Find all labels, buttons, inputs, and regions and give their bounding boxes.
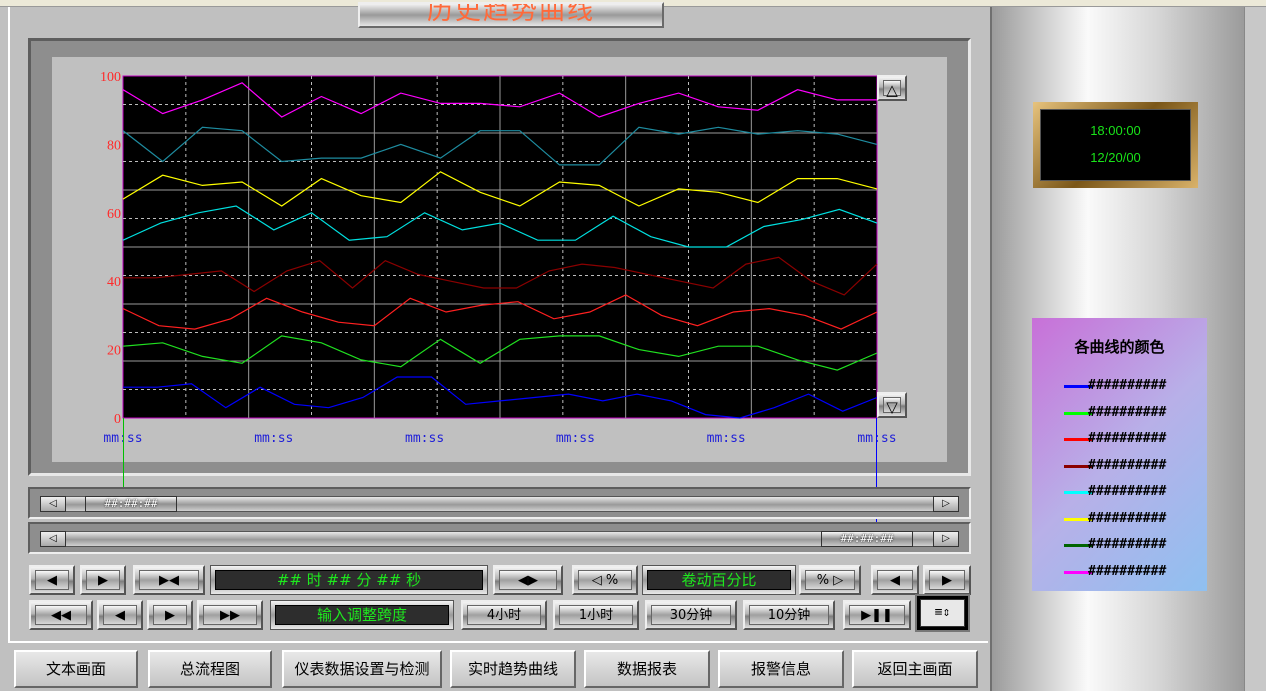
legend-item: ########## [1064, 563, 1204, 580]
bottom-time-scrollbar[interactable]: ◁ ##:##:## ▷ [28, 522, 971, 554]
scroll-up-button[interactable]: △ [877, 75, 907, 101]
cursor-right-button[interactable]: ▶ [923, 565, 971, 595]
x-tick-label: mm:ss [707, 431, 746, 446]
scroll-pct-left-button[interactable]: ◁ % [572, 565, 638, 595]
y-tick-label: 100 [100, 70, 121, 85]
title-plate: 历史趋势曲线 [358, 2, 664, 28]
page-back-button[interactable]: ◀ [97, 600, 143, 630]
top-time-scrollbar[interactable]: ◁ ##:##:## ▷ [28, 487, 971, 519]
legend-item-label: ########## [1088, 484, 1167, 499]
span-30m-button[interactable]: 30分钟 [645, 600, 737, 630]
legend-item: ########## [1064, 457, 1204, 474]
nav-text-screen[interactable]: 文本画面 [14, 650, 138, 688]
span-input-display[interactable]: 输入调整跨度 [270, 600, 454, 630]
legend-item-label: ########## [1088, 378, 1167, 393]
play-pause-button[interactable]: ▶❚❚ [843, 600, 911, 630]
step-back-button[interactable]: ◀ [29, 565, 75, 595]
nav-realtime-trend[interactable]: 实时趋势曲线 [450, 650, 576, 688]
x-tick-label: mm:ss [405, 431, 444, 446]
span-1h-button[interactable]: 1小时 [553, 600, 639, 630]
legend-item-label: ########## [1088, 563, 1167, 579]
legend-item-label: ########## [1088, 537, 1167, 552]
bottom-scroll-thumb[interactable]: ##:##:## [821, 531, 913, 547]
y-tick-label: 80 [107, 138, 121, 153]
page-forward-button[interactable]: ▶ [147, 600, 193, 630]
clock-time: 18:00:00 [1090, 123, 1141, 138]
clock-date: 12/20/00 [1090, 150, 1141, 165]
step-forward-button[interactable]: ▶ [80, 565, 126, 595]
right-edge-strip [1244, 7, 1266, 691]
zoom-compress-button[interactable]: ▶◀ [133, 565, 205, 595]
span-10m-button[interactable]: 10分钟 [743, 600, 835, 630]
y-tick-label: 20 [107, 344, 121, 359]
legend-item: ########## [1064, 510, 1204, 527]
legend-item: ########## [1064, 484, 1204, 500]
top-scroll-right-button[interactable]: ▷ [933, 496, 959, 512]
scroll-percent-display[interactable]: 卷动百分比 [642, 565, 796, 595]
legend-item: ########## [1064, 404, 1204, 421]
cursor-left-button[interactable]: ◀ [871, 565, 919, 595]
bottom-scroll-left-button[interactable]: ◁ [40, 531, 66, 547]
legend-item: ########## [1064, 537, 1204, 553]
scroll-pct-right-button[interactable]: % ▷ [799, 565, 861, 595]
legend-item-label: ########## [1088, 510, 1167, 526]
zoom-expand-button[interactable]: ◀▶ [493, 565, 563, 595]
jump-end-button[interactable]: ▶▶ [197, 600, 263, 630]
y-tick-label: 40 [107, 275, 121, 290]
nav-overall-flow[interactable]: 总流程图 [148, 650, 272, 688]
nav-return-main[interactable]: 返回主画面 [852, 650, 978, 688]
legend-item-label: ########## [1088, 404, 1167, 420]
bottom-scroll-right-button[interactable]: ▷ [933, 531, 959, 547]
time-input-display[interactable]: ## 时 ## 分 ## 秒 [210, 565, 488, 595]
nav-alarm-info[interactable]: 报警信息 [718, 650, 844, 688]
top-scroll-left-button[interactable]: ◁ [40, 496, 66, 512]
trend-chart: 100806040200mm:ssmm:ssmm:ssmm:ssmm:ssmm:… [100, 70, 897, 446]
top-scroll-thumb[interactable]: ##:##:## [85, 496, 177, 512]
page-title: 历史趋势曲线 [426, 2, 595, 26]
jump-start-button[interactable]: ◀◀ [29, 600, 93, 630]
x-tick-label: mm:ss [857, 431, 896, 446]
clock-screen: 18:00:00 12/20/00 [1040, 109, 1191, 181]
x-tick-label: mm:ss [254, 431, 293, 446]
legend-item: ########## [1064, 378, 1204, 394]
legend-item: ########## [1064, 431, 1204, 447]
left-cursor-line[interactable] [123, 418, 124, 489]
clock-frame: 18:00:00 12/20/00 [1033, 102, 1198, 188]
span-4h-button[interactable]: 4小时 [461, 600, 547, 630]
legend-item-label: ########## [1088, 457, 1167, 473]
y-tick-label: 0 [114, 412, 121, 427]
scroll-down-button[interactable]: ▽ [877, 392, 907, 418]
nav-instrument-settings[interactable]: 仪表数据设置与检测 [282, 650, 442, 688]
curve-color-legend: 各曲线的颜色 ########## ########## ########## ###… [1032, 318, 1207, 591]
x-tick-label: mm:ss [556, 431, 595, 446]
legend-item-label: ########## [1088, 431, 1167, 446]
nav-data-report[interactable]: 数据报表 [584, 650, 710, 688]
window-settings-icon[interactable]: ≡⇕ [915, 594, 970, 632]
legend-title: 各曲线的颜色 [1074, 338, 1165, 356]
y-tick-label: 60 [107, 207, 121, 222]
